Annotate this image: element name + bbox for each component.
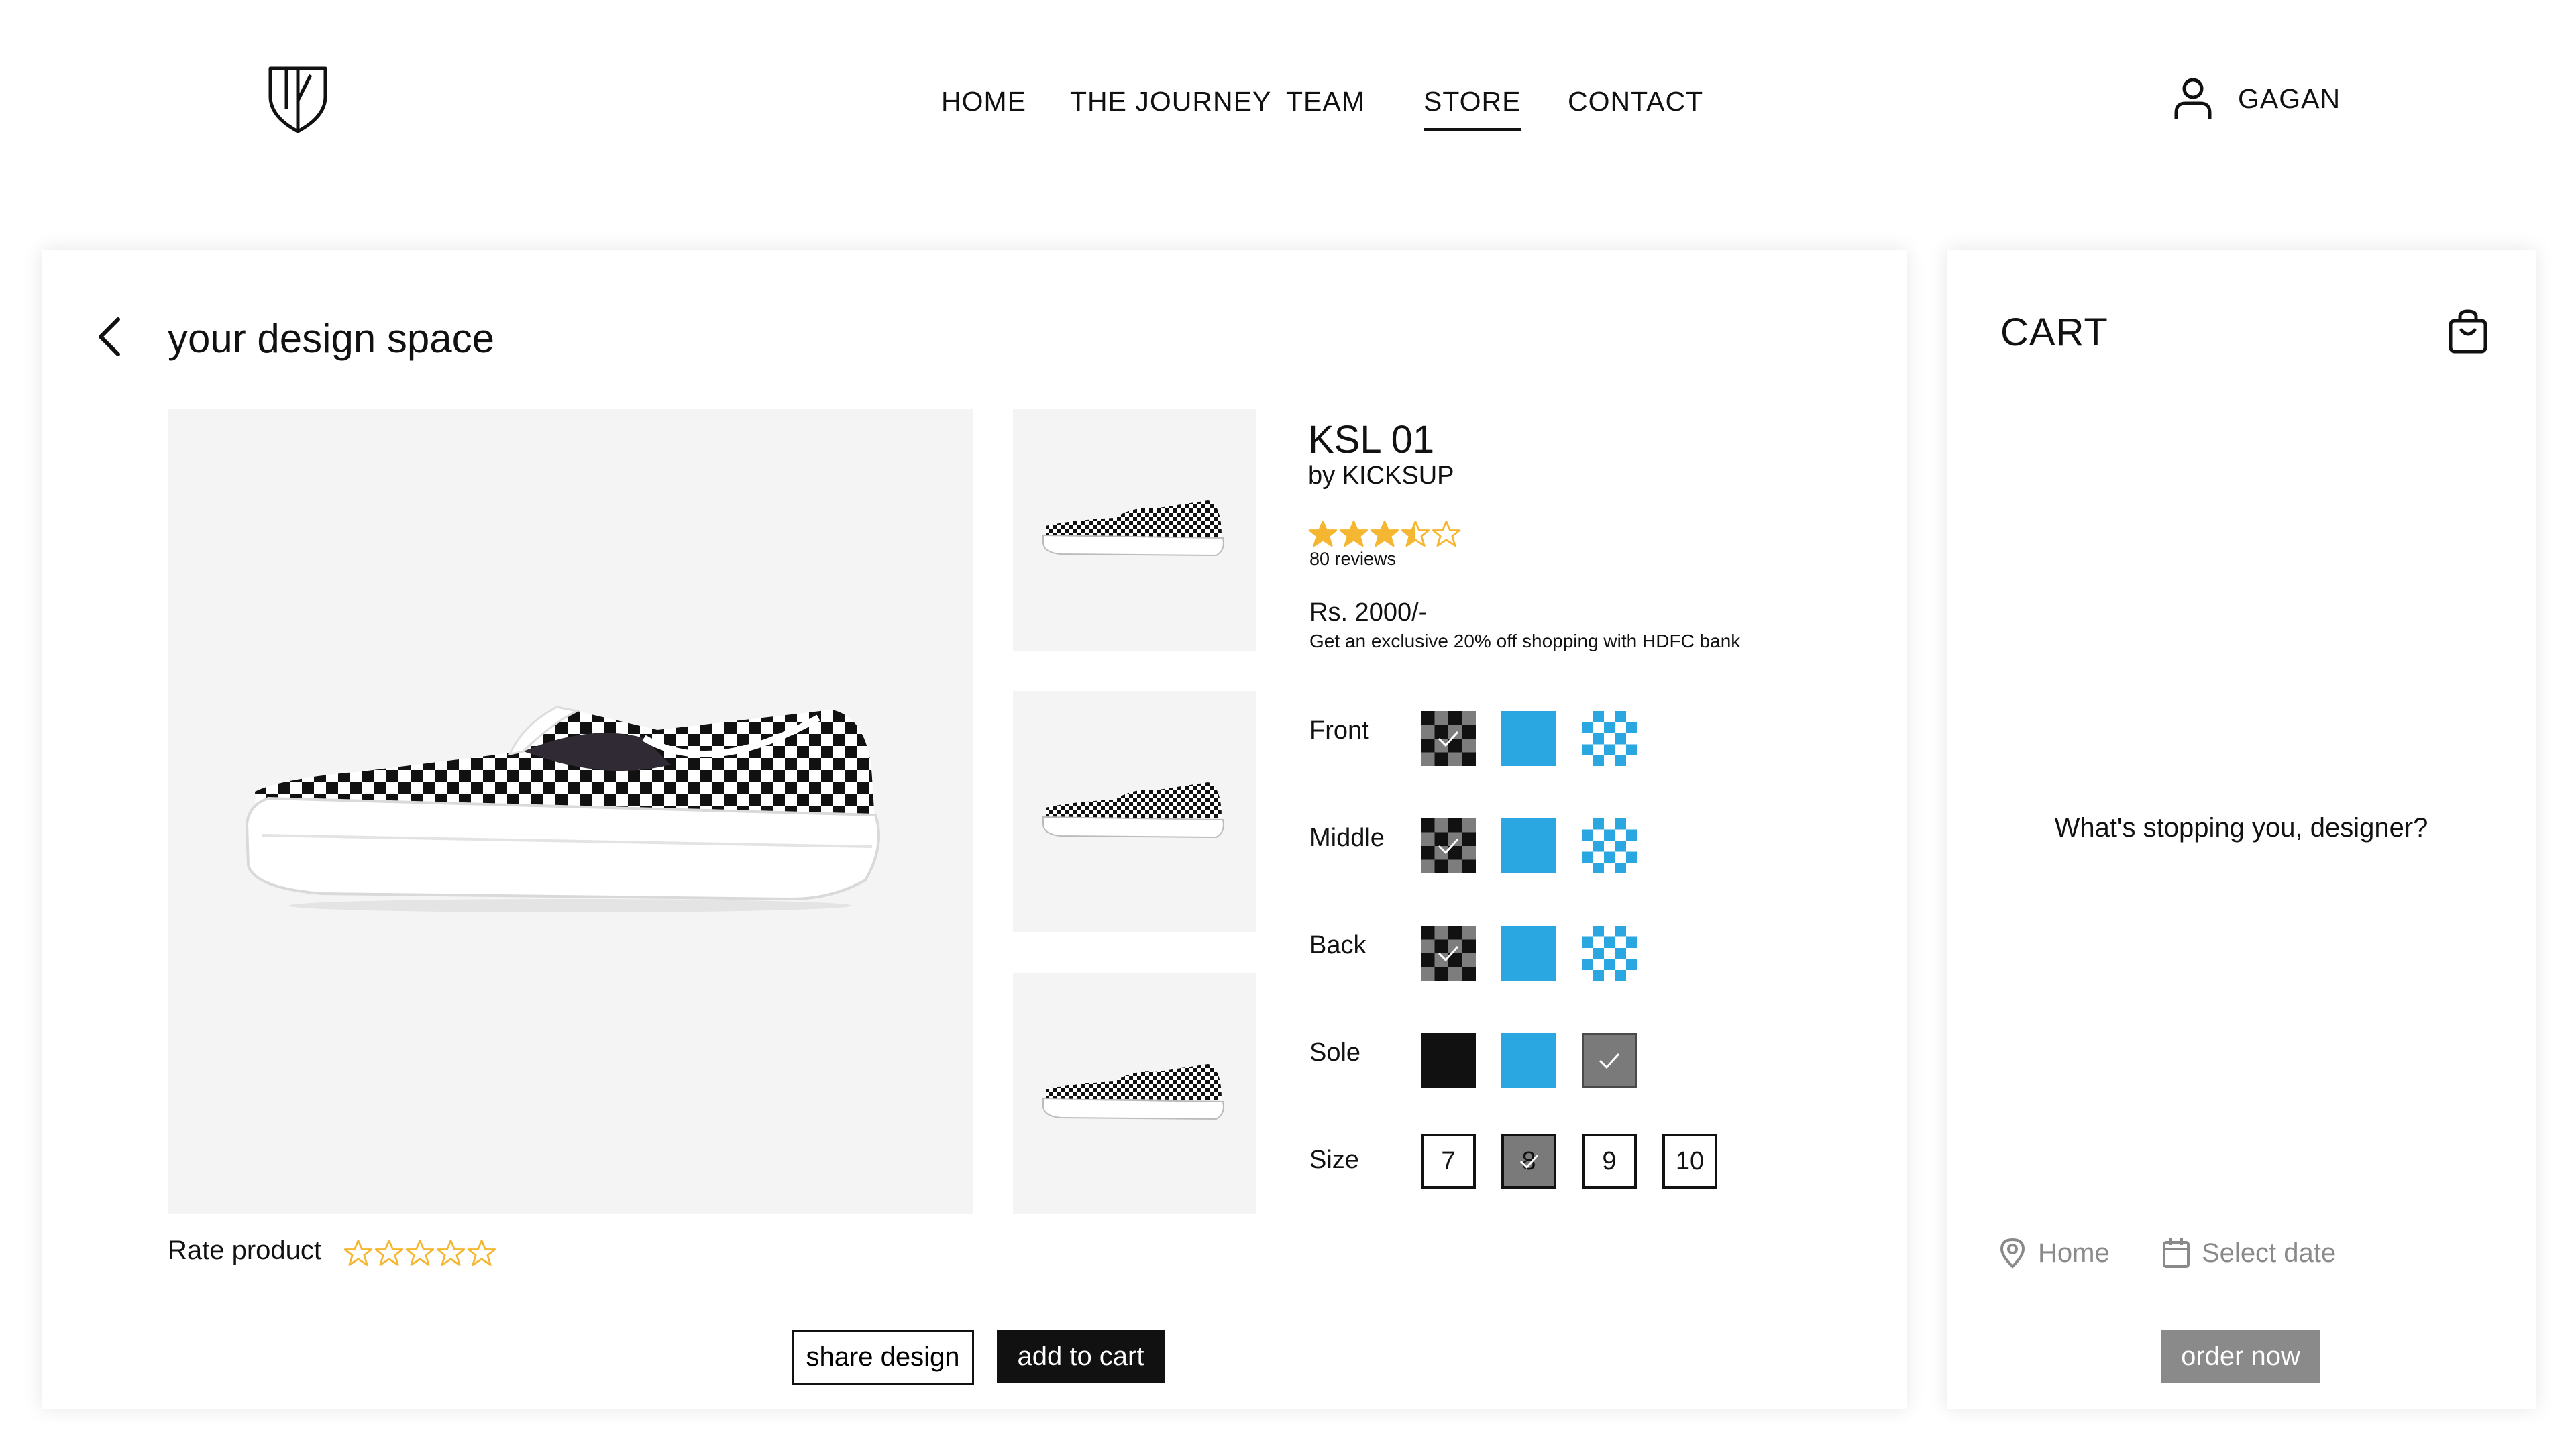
check-icon (1438, 945, 1459, 962)
calendar-icon (2163, 1238, 2190, 1268)
bank-offer: Get an exclusive 20% off shopping with H… (1309, 631, 1741, 651)
size-option-10[interactable]: 10 (1662, 1134, 1717, 1189)
design-panel: your design space KSL 01 by KICKSUP 80 r… (42, 250, 1907, 1409)
option-label-back: Back (1309, 931, 1366, 959)
star-empty-icon (436, 1239, 466, 1266)
cart-title: CART (2000, 311, 2108, 354)
star-empty-icon (343, 1239, 373, 1266)
page-title: your design space (168, 316, 494, 361)
add-to-cart-button[interactable]: add to cart (997, 1330, 1165, 1383)
star-empty-icon (405, 1239, 435, 1266)
user-account[interactable]: GAGAN (2172, 75, 2341, 122)
nav-store[interactable]: STORE (1424, 86, 1521, 131)
rate-product-stars[interactable] (343, 1238, 496, 1268)
sole-swatch-blue[interactable] (1501, 1033, 1556, 1088)
product-brand: by KICKSUP (1308, 462, 1454, 490)
nav-contact[interactable]: CONTACT (1568, 86, 1703, 117)
thumbnail-3[interactable] (1013, 973, 1256, 1214)
check-icon (1438, 731, 1459, 747)
shoe-thumbnail (1042, 500, 1224, 557)
option-label-middle: Middle (1309, 824, 1385, 852)
product-rating (1308, 519, 1461, 549)
user-icon (2174, 78, 2212, 119)
review-count[interactable]: 80 reviews (1309, 549, 1396, 570)
size-value: 7 (1441, 1146, 1456, 1175)
back-arrow-icon[interactable] (89, 310, 129, 364)
check-icon (1519, 1155, 1539, 1169)
nav-the-journey[interactable]: THE JOURNEY (1070, 86, 1271, 117)
middle-swatch-blue[interactable] (1501, 818, 1556, 873)
shopping-bag-icon[interactable] (2447, 309, 2489, 356)
size-value: 10 (1675, 1146, 1705, 1175)
thumbnail-1[interactable] (1013, 409, 1256, 651)
cart-panel: CART What's stopping you, designer? Home… (1947, 250, 2536, 1409)
middle-swatch-checker-bw[interactable] (1421, 818, 1476, 873)
check-icon (1438, 838, 1459, 855)
check-icon (1599, 1053, 1620, 1069)
star-filled-icon (1308, 520, 1338, 547)
star-half-icon (1401, 520, 1430, 547)
star-empty-icon (1432, 520, 1461, 547)
shoe-thumbnail (1042, 782, 1224, 839)
back-swatch-blue[interactable] (1501, 926, 1556, 981)
middle-swatch-checker-blue[interactable] (1582, 818, 1637, 873)
rate-product-label: Rate product (168, 1236, 322, 1265)
size-option-8[interactable]: 8 (1501, 1134, 1556, 1189)
front-swatch-blue[interactable] (1501, 711, 1556, 766)
option-label-sole: Sole (1309, 1038, 1361, 1067)
user-name: GAGAN (2238, 83, 2341, 114)
product-price: Rs. 2000/- (1309, 598, 1428, 627)
delivery-date-picker[interactable]: Select date (2161, 1233, 2336, 1273)
sole-swatch-grey[interactable] (1582, 1033, 1637, 1088)
shoe-thumbnail (1042, 1064, 1224, 1120)
option-label-front: Front (1309, 716, 1369, 745)
front-swatch-checker-blue[interactable] (1582, 711, 1637, 766)
location-pin-icon (2000, 1238, 2025, 1269)
nav-team[interactable]: TEAM (1286, 86, 1365, 117)
size-option-9[interactable]: 9 (1582, 1134, 1637, 1189)
star-empty-icon (467, 1239, 496, 1266)
thumbnail-2[interactable] (1013, 691, 1256, 932)
size-option-7[interactable]: 7 (1421, 1134, 1476, 1189)
cart-empty-message: What's stopping you, designer? (2054, 813, 2428, 843)
size-value: 9 (1602, 1146, 1617, 1175)
shoe-illustration (245, 706, 880, 912)
back-swatch-checker-blue[interactable] (1582, 926, 1637, 981)
back-swatch-checker-bw[interactable] (1421, 926, 1476, 981)
location-value: Home (2038, 1238, 2110, 1268)
delivery-location[interactable]: Home (1998, 1233, 2110, 1273)
date-placeholder: Select date (2202, 1238, 2337, 1268)
product-name: KSL 01 (1308, 418, 1435, 462)
order-now-button[interactable]: order now (2161, 1330, 2320, 1383)
front-swatch-checker-bw[interactable] (1421, 711, 1476, 766)
star-empty-icon (374, 1239, 404, 1266)
sole-swatch-black[interactable] (1421, 1033, 1476, 1088)
nav-home[interactable]: HOME (941, 86, 1026, 117)
main-shoe-image (168, 409, 973, 1214)
option-label-size: Size (1309, 1146, 1359, 1174)
star-filled-icon (1370, 520, 1399, 547)
star-filled-icon (1339, 520, 1368, 547)
share-design-button[interactable]: share design (792, 1330, 974, 1385)
